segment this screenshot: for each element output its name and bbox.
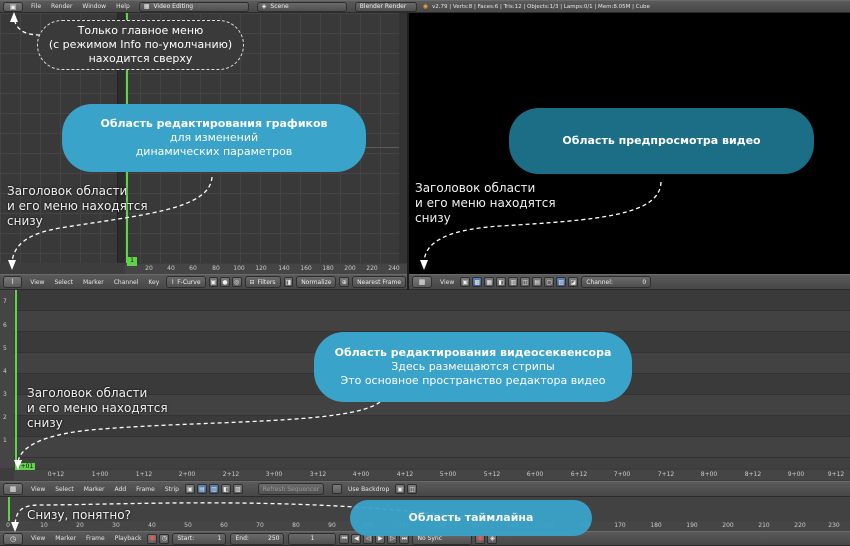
preview-label: Область предпросмотра видео <box>509 108 814 174</box>
arrow-head-icon <box>11 522 19 532</box>
preview-header-note: Заголовок области и его меню находятся с… <box>415 181 556 225</box>
bottom-note: Снизу, понятно? <box>27 508 131 522</box>
arrow-head-icon <box>10 12 18 22</box>
sequencer-label: Область редактирования видеосеквенсора З… <box>314 332 632 402</box>
graph-header-note: Заголовок области и его меню находятся с… <box>7 184 148 228</box>
annotation-arrows <box>8 12 662 532</box>
main-menu-note: Только главное меню (с режимом Info по-у… <box>37 20 244 70</box>
graph-editor-label: Область редактирования графиков для изме… <box>62 104 366 172</box>
sequencer-header-note: Заголовок области и его меню находятся с… <box>27 386 168 430</box>
arrow-head-icon <box>8 260 16 270</box>
arrow-head-icon <box>14 460 22 470</box>
arrow-head-icon <box>420 260 428 270</box>
timeline-label: Область таймлайна <box>350 500 592 536</box>
